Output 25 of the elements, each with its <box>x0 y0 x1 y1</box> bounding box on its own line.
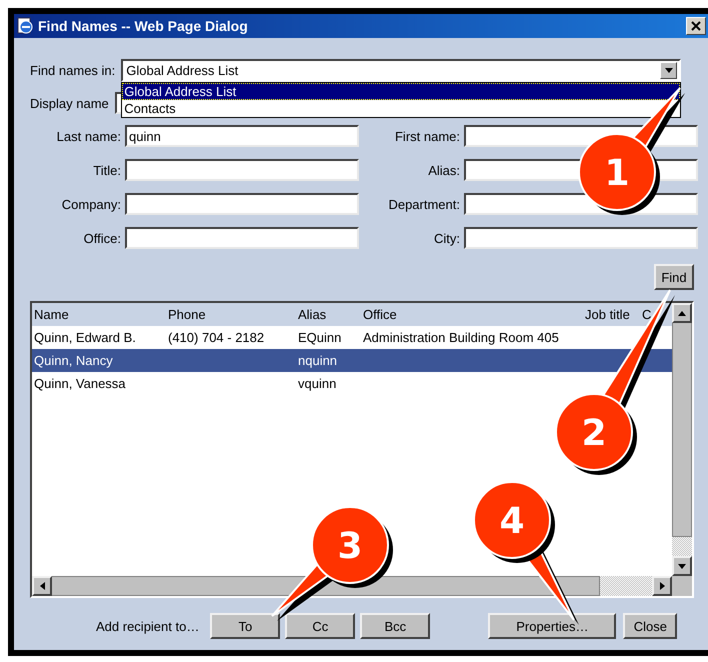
table-cell: Quinn, Edward B. <box>34 330 136 345</box>
callout-number: 2 <box>581 413 607 454</box>
field-label: Office: <box>82 230 121 246</box>
callout-number: 4 <box>499 501 525 542</box>
add-recipient-label: Add recipient to… <box>96 618 200 634</box>
table-cell: EQuinn <box>298 330 342 345</box>
table-cell: Quinn, Nancy <box>34 353 113 368</box>
table-cell: (410) 704 - 2182 <box>168 330 264 345</box>
callout-number: 3 <box>337 526 363 567</box>
dropdown-value: Global Address List <box>125 63 240 78</box>
field-label: Company: <box>60 196 121 212</box>
field-label: Department: <box>387 196 460 212</box>
table-cell: Quinn, Vanessa <box>34 376 126 391</box>
field-label: Last name: <box>56 128 121 144</box>
table-cell: nquinn <box>298 353 338 368</box>
window-title: Find Names -- Web Page Dialog <box>38 18 249 34</box>
field-label: Display name <box>30 96 109 110</box>
field-label: Find names in: <box>30 63 116 78</box>
callout-number: 1 <box>604 153 630 194</box>
table-cell: Administration Building Room 405 <box>363 330 559 345</box>
field-label: Alias: <box>427 162 460 178</box>
field-label: City: <box>433 230 460 246</box>
field-label: First name: <box>394 128 460 144</box>
table-cell: vquinn <box>298 376 336 391</box>
field-label: Title: <box>92 162 121 178</box>
